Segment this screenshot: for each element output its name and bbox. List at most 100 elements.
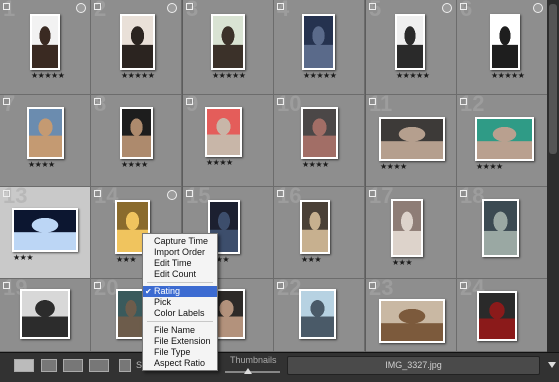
grid-cell[interactable]: 16 ★★★ <box>274 187 365 279</box>
photo-thumbnail[interactable] <box>205 107 242 157</box>
flag-icon[interactable] <box>277 190 284 197</box>
grid-cell[interactable]: 3 ★★★★★ <box>183 0 274 95</box>
grid-cell[interactable]: 13 ★★★ <box>0 187 91 279</box>
grid-view-button[interactable] <box>14 359 34 372</box>
flag-icon[interactable] <box>186 98 193 105</box>
photo-thumbnail[interactable] <box>299 289 336 339</box>
star-rating[interactable]: ★★★★ <box>28 161 55 169</box>
photo-thumbnail[interactable] <box>30 14 60 70</box>
photo-thumbnail[interactable] <box>211 14 245 70</box>
star-rating[interactable]: ★★★★★ <box>121 72 155 80</box>
toolbar-dropdown-arrow-icon[interactable] <box>548 362 556 368</box>
menu-item[interactable]: File Type <box>143 347 217 358</box>
grid-cell[interactable]: 2 ★★★★★ <box>91 0 182 95</box>
menu-item[interactable]: Import Order <box>143 247 217 258</box>
star-rating[interactable]: ★★★★★ <box>31 72 65 80</box>
metadata-badge-icon[interactable] <box>533 3 543 13</box>
menu-item[interactable]: Capture Time <box>143 236 217 247</box>
star-rating[interactable]: ★★★ <box>301 256 322 264</box>
photo-thumbnail[interactable] <box>475 117 534 161</box>
flag-icon[interactable] <box>277 98 284 105</box>
loupe-view-button[interactable] <box>41 359 57 372</box>
grid-cell[interactable]: 19 <box>0 279 91 352</box>
grid-cell[interactable]: 18 <box>457 187 547 279</box>
grid-cell[interactable]: 12 ★★★★ <box>457 95 547 187</box>
star-rating[interactable]: ★★★★★ <box>303 72 337 80</box>
grid-cell[interactable]: 1 ★★★★★ <box>0 0 91 95</box>
grid-cell[interactable]: 22 <box>274 279 365 352</box>
flag-icon[interactable] <box>3 98 10 105</box>
photo-thumbnail[interactable] <box>477 291 517 341</box>
flag-icon[interactable] <box>460 98 467 105</box>
scrollbar-thumb[interactable] <box>549 4 557 154</box>
grid-cell[interactable]: 24 <box>457 279 547 352</box>
menu-item[interactable]: File Name <box>143 325 217 336</box>
flag-icon[interactable] <box>94 3 101 10</box>
star-rating[interactable]: ★★★★ <box>380 163 407 171</box>
flag-icon[interactable] <box>277 282 284 289</box>
grid-cell[interactable]: 6 ★★★★★ <box>457 0 547 95</box>
photo-thumbnail[interactable] <box>12 208 78 252</box>
star-rating[interactable]: ★★★ <box>116 256 137 264</box>
metadata-badge-icon[interactable] <box>442 3 452 13</box>
flag-icon[interactable] <box>3 3 10 10</box>
flag-icon[interactable] <box>277 3 284 10</box>
photo-thumbnail[interactable] <box>395 14 425 70</box>
grid-cell[interactable]: 4 ★★★★★ <box>274 0 365 95</box>
star-rating[interactable]: ★★★★★ <box>396 72 430 80</box>
photo-thumbnail[interactable] <box>300 200 330 254</box>
flag-icon[interactable] <box>369 98 376 105</box>
flag-icon[interactable] <box>3 190 10 197</box>
grid-cell[interactable]: 23 <box>366 279 457 352</box>
metadata-badge-icon[interactable] <box>167 190 177 200</box>
menu-item[interactable]: ✔ Rating <box>143 286 217 297</box>
star-rating[interactable]: ★★★★ <box>476 163 503 171</box>
flag-icon[interactable] <box>369 282 376 289</box>
menu-item[interactable]: File Extension <box>143 336 217 347</box>
grid-cell[interactable]: 10 ★★★★ <box>274 95 365 187</box>
flag-icon[interactable] <box>94 98 101 105</box>
star-rating[interactable]: ★★★★★ <box>212 72 246 80</box>
flag-icon[interactable] <box>369 190 376 197</box>
grid-cell[interactable]: 8 ★★★★ <box>91 95 182 187</box>
flag-icon[interactable] <box>369 3 376 10</box>
flag-icon[interactable] <box>94 282 101 289</box>
grid-cell[interactable]: 17 ★★★ <box>366 187 457 279</box>
flag-icon[interactable] <box>186 3 193 10</box>
photo-thumbnail[interactable] <box>302 14 335 70</box>
vertical-scrollbar[interactable] <box>547 0 559 352</box>
menu-item[interactable]: Color Labels <box>143 308 217 319</box>
compare-view-button[interactable] <box>63 359 83 372</box>
star-rating[interactable]: ★★★★ <box>206 159 233 167</box>
flag-icon[interactable] <box>460 3 467 10</box>
photo-thumbnail[interactable] <box>27 107 64 159</box>
thumbnail-size-slider[interactable] <box>225 371 280 373</box>
flag-icon[interactable] <box>460 190 467 197</box>
menu-item[interactable]: Pick <box>143 297 217 308</box>
photo-thumbnail[interactable] <box>379 117 445 161</box>
flag-icon[interactable] <box>3 282 10 289</box>
menu-item[interactable]: Aspect Ratio <box>143 358 217 369</box>
flag-icon[interactable] <box>460 282 467 289</box>
metadata-badge-icon[interactable] <box>76 3 86 13</box>
grid-cell[interactable]: 7 ★★★★ <box>0 95 91 187</box>
star-rating[interactable]: ★★★ <box>13 254 34 262</box>
sort-direction-icon[interactable] <box>119 359 131 372</box>
star-rating[interactable]: ★★★★ <box>121 161 148 169</box>
survey-view-button[interactable] <box>89 359 109 372</box>
photo-thumbnail[interactable] <box>120 107 153 159</box>
menu-item[interactable]: Edit Time <box>143 258 217 269</box>
flag-icon[interactable] <box>94 190 101 197</box>
grid-cell[interactable]: 5 ★★★★★ <box>366 0 457 95</box>
photo-thumbnail[interactable] <box>490 14 520 70</box>
flag-icon[interactable] <box>186 190 193 197</box>
photo-thumbnail[interactable] <box>482 199 519 257</box>
photo-thumbnail[interactable] <box>391 199 423 257</box>
photo-thumbnail[interactable] <box>120 14 155 70</box>
menu-item[interactable]: Edit Count <box>143 269 217 280</box>
slider-knob-icon[interactable] <box>244 368 252 374</box>
photo-thumbnail[interactable] <box>20 289 70 339</box>
grid-cell[interactable]: 11 ★★★★ <box>366 95 457 187</box>
photo-thumbnail[interactable] <box>379 299 445 343</box>
grid-cell[interactable]: 9 ★★★★ <box>183 95 274 187</box>
